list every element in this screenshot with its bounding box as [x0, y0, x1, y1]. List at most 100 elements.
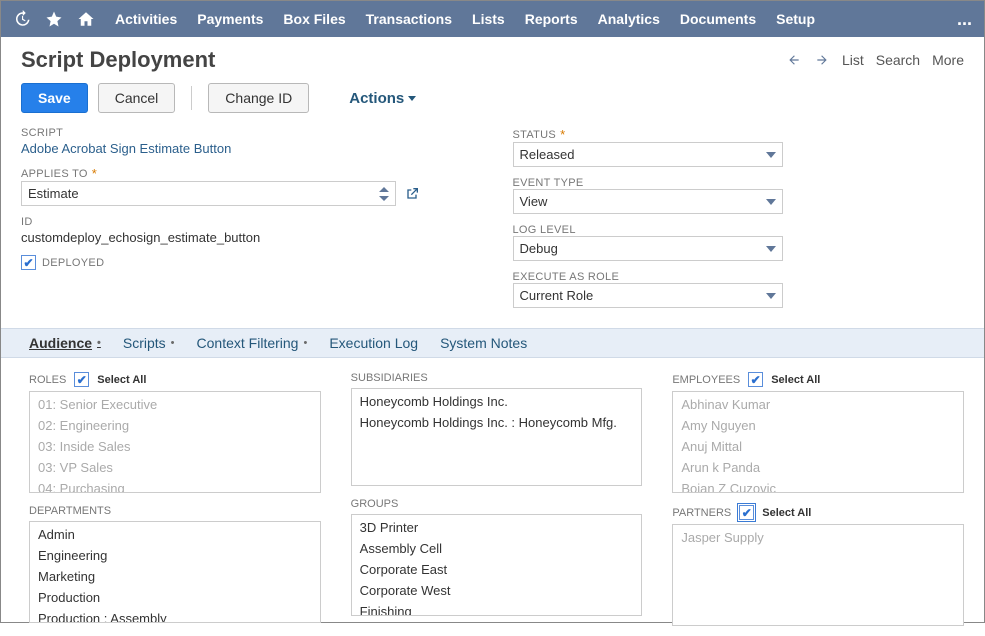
required-marker: * — [92, 166, 97, 181]
list-item[interactable]: Honeycomb Holdings Inc. : Honeycomb Mfg. — [352, 412, 643, 433]
applies-to-select[interactable]: Estimate — [21, 181, 396, 206]
tab-context-filtering[interactable]: Context Filtering — [197, 335, 308, 351]
status-label: STATUS — [513, 129, 557, 141]
id-value: customdeploy_echosign_estimate_button — [21, 228, 473, 245]
list-item[interactable]: Production — [30, 587, 320, 608]
log-level-label: LOG LEVEL — [513, 224, 965, 236]
nav-lists[interactable]: Lists — [472, 11, 505, 27]
roles-label: ROLES — [29, 374, 66, 386]
list-item[interactable]: Admin — [30, 524, 320, 545]
log-level-value: Debug — [520, 241, 558, 256]
subsidiaries-label: SUBSIDIARIES — [351, 372, 428, 384]
actions-menu[interactable]: Actions — [349, 90, 416, 107]
list-item[interactable]: 03: Inside Sales — [30, 436, 320, 457]
nav-transactions[interactable]: Transactions — [366, 11, 452, 27]
nav-setup[interactable]: Setup — [776, 11, 815, 27]
header-more-link[interactable]: More — [932, 52, 964, 68]
list-item[interactable]: Corporate West — [352, 580, 642, 601]
list-item[interactable]: Amy Nguyen — [673, 415, 963, 436]
employees-select-all-checkbox[interactable] — [748, 372, 763, 387]
nav-forward-icon[interactable] — [814, 53, 830, 67]
list-item[interactable]: Bojan Z Cuzovic — [673, 478, 963, 493]
header-search-link[interactable]: Search — [876, 52, 920, 68]
tab-system-notes[interactable]: System Notes — [440, 335, 527, 351]
roles-select-all-checkbox[interactable] — [74, 372, 89, 387]
top-nav-bar: Activities Payments Box Files Transactio… — [1, 1, 984, 37]
cancel-button[interactable]: Cancel — [98, 83, 176, 113]
roles-listbox[interactable]: 01: Senior Executive 02: Engineering 03:… — [29, 391, 321, 493]
home-icon[interactable] — [77, 10, 95, 28]
status-select[interactable]: Released — [513, 142, 783, 167]
tab-scripts[interactable]: Scripts — [123, 335, 175, 351]
required-marker: * — [560, 127, 565, 142]
status-value: Released — [520, 147, 575, 162]
chevron-updown-icon — [379, 187, 389, 201]
tab-audience[interactable]: Audience — [29, 335, 101, 351]
list-item[interactable]: Finishing — [352, 601, 642, 616]
id-label: ID — [21, 216, 473, 228]
deployed-checkbox[interactable] — [21, 255, 36, 270]
partners-select-all-checkbox[interactable] — [739, 505, 754, 520]
partners-listbox[interactable]: Jasper Supply — [672, 524, 964, 626]
list-item[interactable]: Assembly Cell — [352, 538, 642, 559]
list-item[interactable]: Marketing — [30, 566, 320, 587]
event-type-label: EVENT TYPE — [513, 177, 965, 189]
list-item[interactable]: Arun k Panda — [673, 457, 963, 478]
event-type-select[interactable]: View — [513, 189, 783, 214]
list-item[interactable]: Honeycomb Holdings Inc. — [352, 391, 643, 412]
roles-select-all-label[interactable]: Select All — [97, 374, 146, 386]
nav-documents[interactable]: Documents — [680, 11, 756, 27]
list-item[interactable]: Jasper Supply — [673, 527, 963, 548]
execute-as-role-label: EXECUTE AS ROLE — [513, 271, 965, 283]
list-item[interactable]: Engineering — [30, 545, 320, 566]
list-item[interactable]: 02: Engineering — [30, 415, 320, 436]
script-link[interactable]: Adobe Acrobat Sign Estimate Button — [21, 139, 473, 156]
employees-select-all-label[interactable]: Select All — [771, 374, 820, 386]
list-item[interactable]: Corporate East — [352, 559, 642, 580]
groups-listbox[interactable]: 3D Printer Assembly Cell Corporate East … — [351, 514, 643, 616]
list-item[interactable]: 04: Purchasing — [30, 478, 320, 493]
employees-listbox[interactable]: Abhinav Kumar Amy Nguyen Anuj Mittal Aru… — [672, 391, 964, 493]
nav-reports[interactable]: Reports — [525, 11, 578, 27]
list-item[interactable]: Abhinav Kumar — [673, 394, 963, 415]
header-list-link[interactable]: List — [842, 52, 864, 68]
event-type-value: View — [520, 194, 548, 209]
departments-listbox[interactable]: Admin Engineering Marketing Production P… — [29, 521, 321, 623]
tab-execution-log[interactable]: Execution Log — [329, 335, 418, 351]
applies-to-value: Estimate — [28, 186, 79, 201]
departments-label: DEPARTMENTS — [29, 505, 111, 517]
nav-more-dots[interactable]: ... — [957, 9, 972, 30]
list-item[interactable]: 01: Senior Executive — [30, 394, 320, 415]
log-level-select[interactable]: Debug — [513, 236, 783, 261]
employees-label: EMPLOYEES — [672, 374, 740, 386]
chevron-down-icon — [766, 246, 776, 252]
deployed-label: DEPLOYED — [42, 257, 104, 269]
groups-label: GROUPS — [351, 498, 399, 510]
list-item[interactable]: Anuj Mittal — [673, 436, 963, 457]
nav-payments[interactable]: Payments — [197, 11, 263, 27]
list-item[interactable]: Production : Assembly — [30, 608, 320, 623]
execute-as-role-select[interactable]: Current Role — [513, 283, 783, 308]
history-icon[interactable] — [13, 10, 31, 28]
change-id-button[interactable]: Change ID — [208, 83, 309, 113]
applies-to-label: APPLIES TO — [21, 168, 88, 180]
divider — [191, 86, 192, 110]
partners-select-all-label[interactable]: Select All — [762, 507, 811, 519]
page-title: Script Deployment — [21, 47, 786, 73]
popout-icon[interactable] — [404, 186, 420, 202]
chevron-down-icon — [766, 152, 776, 158]
nav-activities[interactable]: Activities — [115, 11, 177, 27]
nav-box-files[interactable]: Box Files — [283, 11, 345, 27]
save-button[interactable]: Save — [21, 83, 88, 113]
star-icon[interactable] — [45, 10, 63, 28]
subsidiaries-listbox[interactable]: Honeycomb Holdings Inc. Honeycomb Holdin… — [351, 388, 643, 486]
partners-label: PARTNERS — [672, 507, 731, 519]
nav-analytics[interactable]: Analytics — [598, 11, 660, 27]
execute-as-role-value: Current Role — [520, 288, 594, 303]
nav-back-icon[interactable] — [786, 53, 802, 67]
script-label: SCRIPT — [21, 127, 473, 139]
list-item[interactable]: 3D Printer — [352, 517, 642, 538]
list-item[interactable]: 03: VP Sales — [30, 457, 320, 478]
chevron-down-icon — [766, 293, 776, 299]
chevron-down-icon — [766, 199, 776, 205]
